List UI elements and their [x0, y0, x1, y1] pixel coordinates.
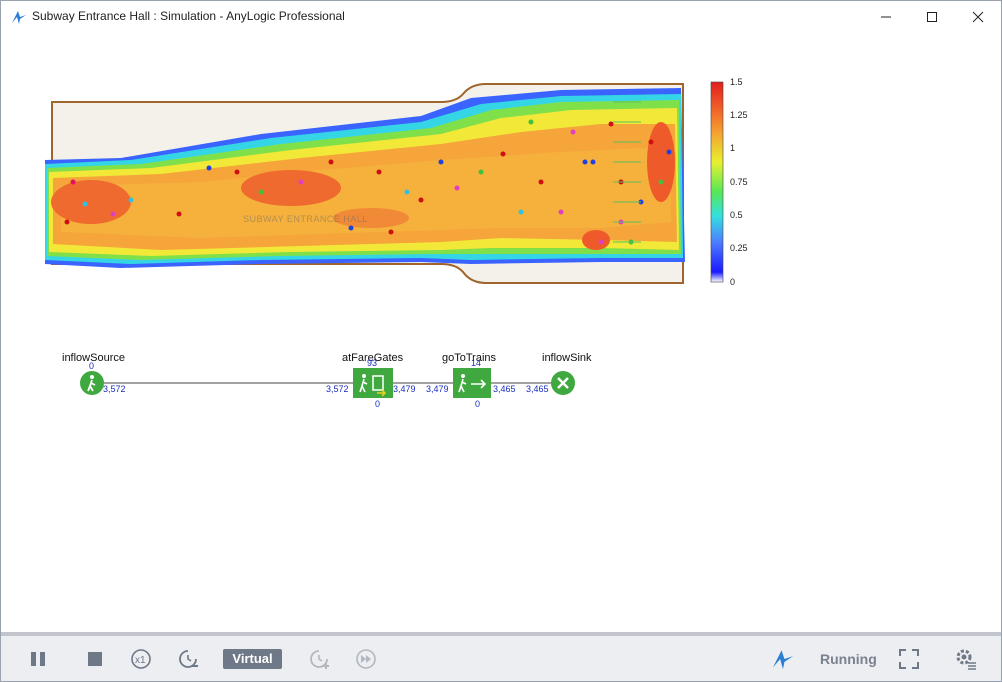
window-title: Subway Entrance Hall : Simulation - AnyL… — [32, 9, 345, 23]
speed-up-icon — [310, 650, 329, 669]
block-name-inflow-sink: inflowSink — [542, 352, 592, 364]
block-name-go-to-trains: goToTrains — [442, 352, 497, 364]
block-bottom-count: 0 — [375, 399, 381, 409]
minimize-button[interactable] — [863, 1, 909, 32]
fullscreen-button[interactable] — [896, 646, 922, 672]
gear-icon — [956, 649, 976, 670]
slow-down-icon — [179, 650, 198, 668]
legend-tick: 1 — [730, 143, 736, 153]
block-count: 93 — [367, 358, 378, 368]
block-out-count: 3,479 — [393, 384, 416, 394]
hall-label: SUBWAY ENTRANCE HALL — [243, 214, 368, 224]
simulation-toolbar: x1 Virtual Running — [1, 632, 1001, 681]
legend-tick: 0.25 — [730, 243, 748, 253]
close-button[interactable] — [955, 1, 1001, 32]
legend-tick: 0 — [730, 277, 736, 287]
pedestrian-goto-icon — [458, 374, 487, 393]
stop-icon — [88, 652, 102, 666]
anylogic-logo-icon — [772, 650, 794, 670]
minimize-icon — [881, 16, 891, 17]
density-hotspot — [241, 170, 341, 206]
density-hotspot — [582, 230, 610, 250]
sink-close-icon — [557, 377, 569, 389]
inflow-sink-block[interactable] — [551, 371, 575, 395]
legend-tick: 1.5 — [730, 77, 743, 87]
title-bar: Subway Entrance Hall : Simulation - AnyL… — [1, 1, 1001, 32]
simulation-canvas[interactable]: SUBWAY ENTRANCE HALL 1.5 1.25 1 0.75 0.5… — [1, 32, 1001, 632]
block-out-count: 3,465 — [493, 384, 516, 394]
density-hotspot — [647, 122, 675, 202]
fast-forward-icon — [356, 649, 376, 669]
legend-tick: 0.75 — [730, 177, 748, 187]
block-bottom-count: 0 — [475, 399, 481, 409]
settings-button[interactable] — [953, 646, 979, 672]
block-count: 0 — [89, 361, 95, 371]
anylogic-logo-button[interactable] — [770, 646, 796, 672]
speed-x1-icon: x1 — [131, 649, 151, 669]
fullscreen-icon — [899, 649, 919, 669]
anylogic-logo-icon — [12, 11, 26, 24]
legend-tick: 0.5 — [730, 210, 743, 220]
block-in-count: 3,572 — [326, 384, 349, 394]
density-map — [45, 81, 724, 384]
fare-gate-service-icon — [359, 374, 387, 397]
block-count: 14 — [471, 358, 482, 368]
inflow-source-block[interactable] — [80, 371, 104, 395]
close-icon — [972, 11, 984, 22]
svg-text:x1: x1 — [135, 655, 146, 666]
block-out-count: 3,572 — [103, 384, 126, 394]
speed-up-button[interactable] — [306, 646, 332, 672]
maximize-icon — [927, 11, 937, 22]
legend-tick: 1.25 — [730, 110, 748, 120]
pause-button[interactable] — [25, 646, 51, 672]
simulation-status: Running — [820, 651, 877, 667]
block-in-count: 3,465 — [526, 384, 549, 394]
maximize-button[interactable] — [909, 1, 955, 32]
app-window: Subway Entrance Hall : Simulation - AnyL… — [0, 0, 1002, 682]
go-to-trains-block[interactable] — [453, 368, 491, 398]
real-time-scale-button[interactable]: x1 — [128, 646, 154, 672]
at-fare-gates-block[interactable] — [353, 368, 393, 398]
block-in-count: 3,479 — [426, 384, 449, 394]
run-until-button[interactable] — [353, 646, 379, 672]
pedestrian-source-icon — [87, 375, 96, 392]
legend-bar — [710, 81, 724, 283]
virtual-time-mode-button[interactable]: Virtual — [223, 649, 282, 669]
slow-down-button[interactable] — [175, 646, 201, 672]
density-hotspot — [51, 180, 131, 224]
stop-button[interactable] — [82, 646, 108, 672]
pause-icon — [31, 652, 45, 666]
